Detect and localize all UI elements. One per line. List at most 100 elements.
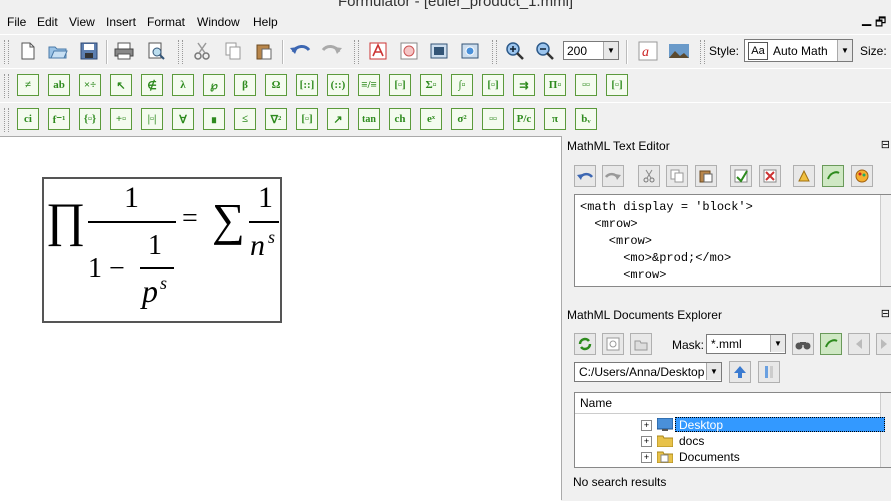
toolbar-grip[interactable] [4, 74, 9, 98]
hyperbolic-button[interactable]: ch [389, 108, 411, 130]
arrows-button[interactable]: ↖ [110, 74, 132, 96]
vector-calculus-button[interactable]: ∇² [265, 108, 287, 130]
paste-icon[interactable] [252, 39, 276, 63]
set-symbols-button[interactable]: ∉ [141, 74, 163, 96]
menu-file[interactable]: File [7, 15, 26, 29]
exponential-button[interactable]: eˣ [420, 108, 442, 130]
new-file-icon[interactable] [16, 39, 40, 63]
export-image-icon[interactable] [397, 39, 421, 63]
chevron-down-icon[interactable]: ▼ [706, 363, 721, 380]
bookmark-icon[interactable] [758, 361, 780, 383]
sums-button[interactable]: Σ▫ [420, 74, 442, 96]
undo-icon[interactable] [288, 39, 312, 63]
menu-insert[interactable]: Insert [106, 15, 136, 29]
greek-upper-button[interactable]: Ω [265, 74, 287, 96]
redo-icon[interactable] [320, 39, 344, 63]
back-icon[interactable] [848, 333, 870, 355]
menu-edit[interactable]: Edit [37, 15, 58, 29]
logic-button[interactable]: ∀ [172, 108, 194, 130]
set-braces-button[interactable]: {▫} [79, 108, 101, 130]
products-button[interactable]: Π▫ [544, 74, 566, 96]
chevron-down-icon[interactable]: ▼ [837, 40, 852, 61]
relations-content-button[interactable]: ≤ [234, 108, 256, 130]
cut-icon[interactable] [190, 39, 214, 63]
toolbar-grip[interactable] [178, 40, 183, 64]
sequences-button[interactable]: ↗ [327, 108, 349, 130]
labeled-arrows-button[interactable]: ⇉ [513, 74, 535, 96]
menu-format[interactable]: Format [147, 15, 185, 29]
toolbar-grip[interactable] [354, 40, 359, 64]
color-icon[interactable] [851, 165, 873, 187]
greek-button[interactable]: β [234, 74, 256, 96]
font-style-icon[interactable]: a [636, 39, 660, 63]
toolbar-grip[interactable] [4, 40, 9, 64]
menu-window[interactable]: Window [197, 15, 240, 29]
fractions-button[interactable]: ≡/≡ [358, 74, 380, 96]
misc-symbols-button[interactable]: ℘ [203, 74, 225, 96]
web-icon[interactable] [458, 39, 482, 63]
combinatorics-button[interactable]: P/c [513, 108, 535, 130]
bind-var-button[interactable]: bᵥ [575, 108, 597, 130]
up-folder-icon[interactable] [729, 361, 751, 383]
open-file-icon[interactable] [46, 39, 70, 63]
column-header-name[interactable]: Name [575, 393, 891, 414]
undo-icon[interactable] [574, 165, 596, 187]
save-icon[interactable] [77, 39, 101, 63]
paste-icon[interactable] [695, 165, 717, 187]
relations-button[interactable]: ≠ [17, 74, 39, 96]
toolbar-grip[interactable] [4, 108, 9, 132]
validate-icon[interactable] [759, 165, 781, 187]
pin-icon[interactable]: ⊟ [881, 138, 890, 151]
format-icon[interactable] [793, 165, 815, 187]
zoom-in-icon[interactable] [503, 39, 527, 63]
operators-button[interactable]: ×÷ [79, 74, 101, 96]
formula-box[interactable]: ∏ 1 1 − 1 p s = ∑ 1 n s [42, 177, 282, 323]
chevron-down-icon[interactable]: ▼ [603, 42, 618, 59]
calculus-button[interactable]: ∎ [203, 108, 225, 130]
tree-item-docs[interactable]: + docs [575, 433, 891, 449]
path-select[interactable]: C:/Users/Anna/Desktop ▼ [574, 362, 722, 382]
mask-select[interactable]: *.mml ▼ [706, 334, 786, 354]
apply-icon[interactable] [730, 165, 752, 187]
vertical-scrollbar[interactable] [880, 195, 891, 286]
copy-icon[interactable] [221, 39, 245, 63]
file-tree[interactable]: Name + Desktop + docs + Documents [574, 392, 891, 468]
arithmetic-button[interactable]: +▫ [110, 108, 132, 130]
cut-icon[interactable] [638, 165, 660, 187]
pin-icon[interactable]: ⊟ [881, 307, 890, 320]
boxes-button[interactable]: [▫] [606, 74, 628, 96]
style-select[interactable]: Aa Auto Math ▼ [744, 39, 853, 62]
greek-lower-button[interactable]: λ [172, 74, 194, 96]
print-preview-icon[interactable] [144, 39, 168, 63]
trig-button[interactable]: tan [358, 108, 380, 130]
picture-icon[interactable] [427, 39, 451, 63]
toolbar-grip[interactable] [700, 40, 705, 64]
forward-icon[interactable] [876, 333, 891, 355]
underover-button[interactable]: [▫] [482, 74, 504, 96]
expand-icon[interactable]: + [641, 452, 652, 463]
parens-button[interactable]: (::) [327, 74, 349, 96]
zoom-select[interactable]: 200 ▼ [563, 41, 619, 60]
toolbar-grip[interactable] [492, 40, 497, 64]
matrix-button[interactable]: ▫▫ [575, 74, 597, 96]
scripts-button[interactable]: [▫] [389, 74, 411, 96]
copy-icon[interactable] [666, 165, 688, 187]
sync-icon[interactable] [822, 165, 844, 187]
menu-view[interactable]: View [69, 15, 95, 29]
mathml-code-editor[interactable]: <math display = 'block'> <mrow> <mrow> <… [574, 194, 891, 287]
preview-icon[interactable] [602, 333, 624, 355]
content-ci-button[interactable]: ci [17, 108, 39, 130]
matrix-content-button[interactable]: [▫] [296, 108, 318, 130]
open-folder-icon[interactable] [630, 333, 652, 355]
brackets-button[interactable]: [::] [296, 74, 318, 96]
search-icon[interactable] [792, 333, 814, 355]
sync-icon[interactable] [820, 333, 842, 355]
accents-button[interactable]: ab [48, 74, 70, 96]
tree-item-documents[interactable]: + Documents [575, 449, 891, 465]
redo-icon[interactable] [602, 165, 624, 187]
linear-algebra-button[interactable]: ▫▫ [482, 108, 504, 130]
integrals-button[interactable]: ∫▫ [451, 74, 473, 96]
expand-icon[interactable]: + [641, 436, 652, 447]
inverse-function-button[interactable]: f⁻¹ [48, 108, 70, 130]
minimize-icon[interactable]: ▁ [862, 12, 871, 26]
